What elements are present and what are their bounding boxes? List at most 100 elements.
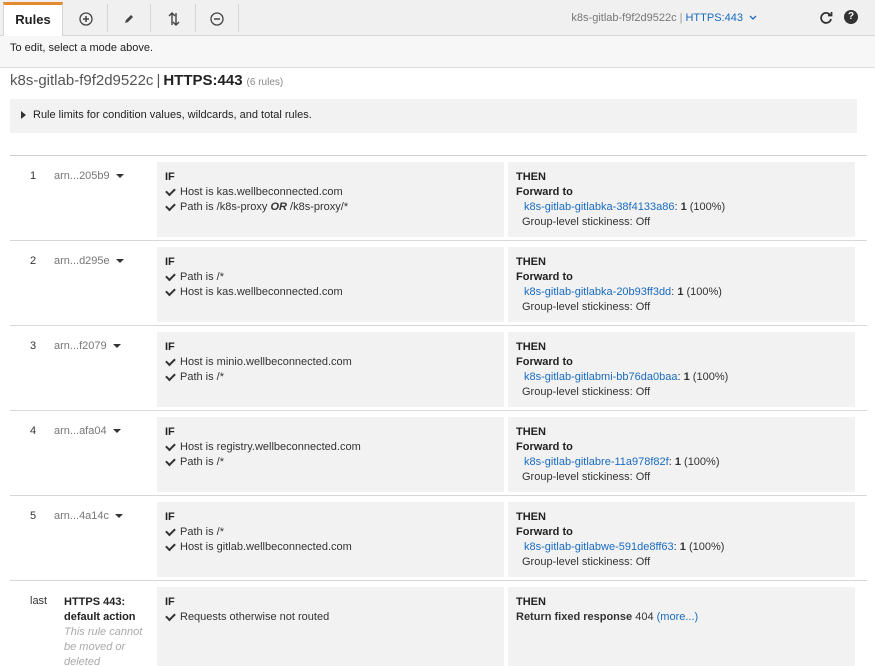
condition-item: Host is gitlab.wellbeconnected.com <box>165 540 496 555</box>
rule-arn-dropdown[interactable]: arn...afa04 <box>54 425 121 437</box>
caret-down-icon <box>115 174 124 179</box>
page-title: k8s-gitlab-f9f2d9522c | HTTPS:443 (6 rules) <box>10 72 284 89</box>
rule-actions: THEN Forward to k8s-gitlab-gitlabka-38f4… <box>508 162 855 237</box>
rule-actions: THEN Return fixed response 404 (more...) <box>508 587 855 666</box>
rule-arn: arn...afa04 <box>54 425 107 437</box>
rule-arn: arn...d295e <box>54 255 110 267</box>
check-icon <box>165 610 176 621</box>
listener-selector[interactable]: HTTPS:443 <box>685 12 742 24</box>
condition-item: Host is registry.wellbeconnected.com <box>165 440 496 455</box>
if-label: IF <box>165 511 175 523</box>
then-label: THEN <box>516 256 546 268</box>
check-icon <box>165 200 176 211</box>
check-icon <box>165 440 176 451</box>
target-group-link[interactable]: k8s-gitlab-gitlabmi-bb76da0baa <box>524 371 677 383</box>
pencil-icon <box>124 15 133 24</box>
rule-row: 2 arn...d295e IF Path is /* Host is kas.… <box>10 241 867 326</box>
then-label: THEN <box>516 341 546 353</box>
rule-actions: THEN Forward to k8s-gitlab-gitlabka-20b9… <box>508 247 855 322</box>
if-label: IF <box>165 171 175 183</box>
condition-item: Host is kas.wellbeconnected.com <box>165 185 496 200</box>
stickiness: Group-level stickiness: Off <box>522 471 651 483</box>
check-icon <box>165 285 176 296</box>
rule-conditions: IF Host is registry.wellbeconnected.com … <box>157 417 504 492</box>
target-group-link[interactable]: k8s-gitlab-gitlabka-38f4133a86 <box>524 201 674 213</box>
listener-breadcrumb: k8s-gitlab-f9f2d9522c | HTTPS:443 <box>571 12 757 24</box>
rule-row: 5 arn...4a14c IF Path is /* Host is gitl… <box>10 496 867 581</box>
rule-arn-dropdown[interactable]: arn...4a14c <box>54 510 124 522</box>
chevron-down-icon <box>749 15 757 21</box>
rule-count: (6 rules) <box>246 77 284 88</box>
condition-item: Path is /k8s-proxy OR /k8s-proxy/* <box>165 200 496 215</box>
action-type: Forward to <box>516 271 573 283</box>
delete-rules-button[interactable] <box>195 4 239 32</box>
target-group: k8s-gitlab-gitlabka-20b93ff3dd: 1 (100%) <box>524 286 722 298</box>
target-group: k8s-gitlab-gitlabka-38f4133a86: 1 (100%) <box>524 201 726 213</box>
rule-number: 1 <box>30 170 37 182</box>
then-label: THEN <box>516 511 546 523</box>
rule-limits-expander[interactable]: Rule limits for condition values, wildca… <box>10 99 857 133</box>
reorder-rules-button[interactable] <box>152 4 196 32</box>
default-rule-title: HTTPS 443: default action <box>64 596 136 623</box>
rule-arn-dropdown[interactable]: arn...f2079 <box>54 340 121 352</box>
condition-item: Path is /* <box>165 525 496 540</box>
caret-down-icon <box>112 429 121 434</box>
then-label: THEN <box>516 596 546 608</box>
edit-rules-button[interactable] <box>107 4 151 32</box>
minus-circle-icon <box>209 12 224 26</box>
tab-rules[interactable]: Rules <box>3 2 63 37</box>
target-group-link[interactable]: k8s-gitlab-gitlabwe-591de8ff63 <box>524 541 674 553</box>
action-type: Forward to <box>516 356 573 368</box>
stickiness: Group-level stickiness: Off <box>522 556 651 568</box>
condition-item: Host is kas.wellbeconnected.com <box>165 285 496 300</box>
rule-arn-dropdown[interactable]: arn...d295e <box>54 255 124 267</box>
rule-conditions: IF Path is /* Host is gitlab.wellbeconne… <box>157 502 504 577</box>
default-rule-description: HTTPS 443: default action This rule cann… <box>64 595 148 666</box>
rule-actions: THEN Forward to k8s-gitlab-gitlabwe-591d… <box>508 502 855 577</box>
caret-down-icon <box>112 344 121 349</box>
rule-conditions: IF Requests otherwise not routed <box>157 587 504 666</box>
title-listener: HTTPS:443 <box>163 72 243 89</box>
check-icon <box>165 185 176 196</box>
check-icon <box>165 455 176 466</box>
rule-row: 3 arn...f2079 IF Host is minio.wellbecon… <box>10 326 867 411</box>
rule-arn-dropdown[interactable]: arn...205b9 <box>54 170 124 182</box>
rule-conditions: IF Host is minio.wellbeconnected.com Pat… <box>157 332 504 407</box>
rule-number: last <box>30 595 48 607</box>
condition-item: Path is /* <box>165 455 496 470</box>
rule-arn: arn...f2079 <box>54 340 107 352</box>
rule-row: 4 arn...afa04 IF Host is registry.wellbe… <box>10 411 867 496</box>
then-label: THEN <box>516 426 546 438</box>
if-label: IF <box>165 341 175 353</box>
default-rule-note: This rule cannot be moved or deleted <box>64 626 143 666</box>
caret-down-icon <box>115 259 124 264</box>
target-group-link[interactable]: k8s-gitlab-gitlabka-20b93ff3dd <box>524 286 671 298</box>
more-link[interactable]: (more...) <box>657 611 699 623</box>
rule-number: 4 <box>30 425 37 437</box>
rule-actions: THEN Forward to k8s-gitlab-gitlabre-11a9… <box>508 417 855 492</box>
if-label: IF <box>165 426 175 438</box>
condition-item: Path is /* <box>165 370 496 385</box>
target-group: k8s-gitlab-gitlabmi-bb76da0baa: 1 (100%) <box>524 371 729 383</box>
add-rule-button[interactable] <box>64 4 108 32</box>
target-group-link[interactable]: k8s-gitlab-gitlabre-11a978f82f <box>524 456 669 468</box>
rule-arn: arn...205b9 <box>54 170 110 182</box>
caret-right-icon <box>21 111 26 119</box>
stickiness: Group-level stickiness: Off <box>522 216 651 228</box>
if-label: IF <box>165 256 175 268</box>
fixed-response: Return fixed response 404 (more...) <box>516 611 699 623</box>
refresh-icon[interactable] <box>818 10 834 26</box>
rule-number: 2 <box>30 255 37 267</box>
action-type: Forward to <box>516 526 573 538</box>
check-icon <box>165 270 176 281</box>
action-type: Forward to <box>516 186 573 198</box>
rule-number: 3 <box>30 340 37 352</box>
action-type: Forward to <box>516 441 573 453</box>
default-rule-row: last HTTPS 443: default action This rule… <box>10 581 867 666</box>
edit-hint: To edit, select a mode above. <box>10 42 154 54</box>
condition-item: Requests otherwise not routed <box>165 610 496 625</box>
help-icon[interactable]: ? <box>844 10 858 24</box>
rule-arn: arn...4a14c <box>54 510 110 522</box>
condition-item: Host is minio.wellbeconnected.com <box>165 355 496 370</box>
then-label: THEN <box>516 171 546 183</box>
